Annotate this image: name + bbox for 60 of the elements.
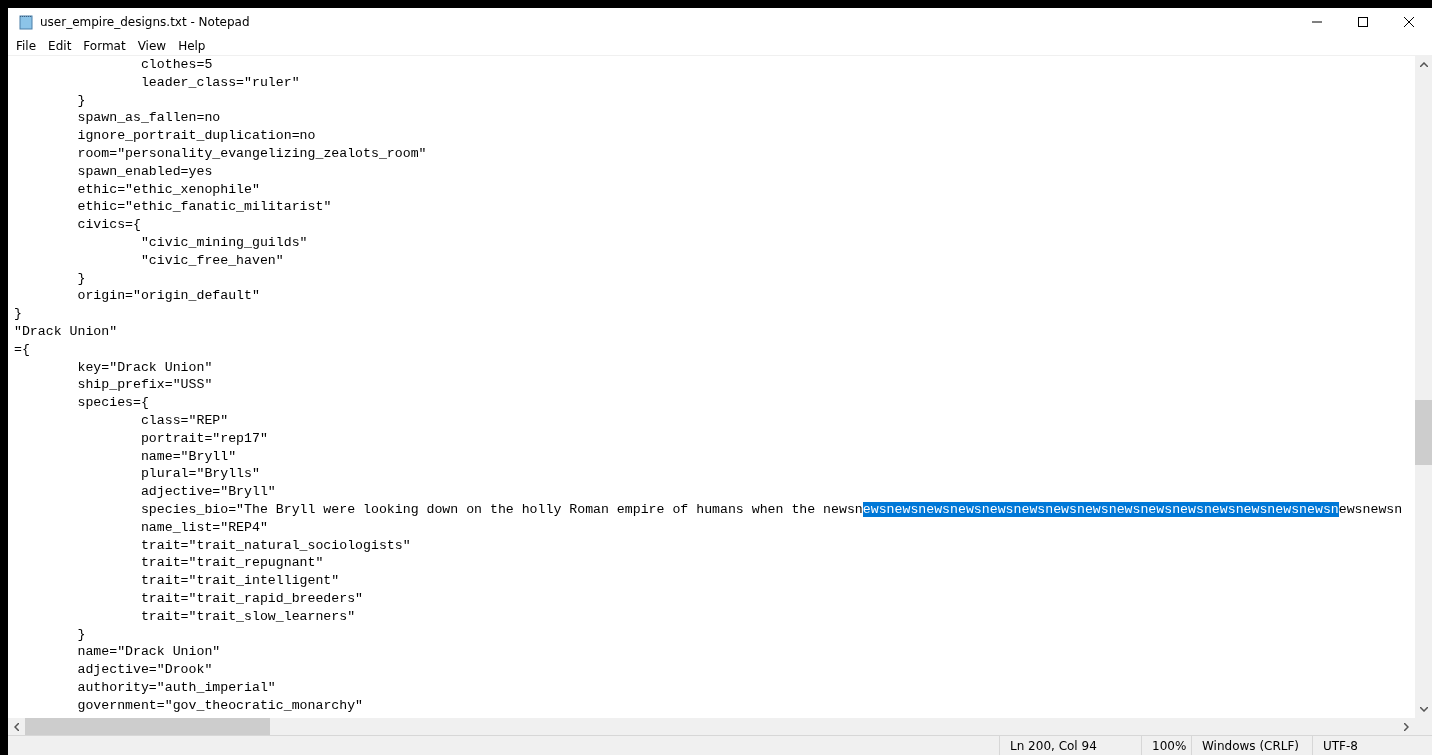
code-line: }: [76, 626, 86, 642]
code-line: name_list="REP4": [139, 519, 268, 535]
status-text: UTF-8: [1312, 736, 1432, 755]
code-line: ewsnewsn: [1338, 501, 1403, 517]
code-line: trait="trait_slow_learners": [139, 608, 356, 624]
code-line: authority="auth_imperial": [76, 679, 276, 695]
code-line: key="Drack Union": [76, 359, 213, 375]
code-line: "Drack Union": [14, 323, 118, 339]
scroll-thumb[interactable]: [1415, 400, 1432, 465]
scroll-up-icon[interactable]: [1419, 62, 1428, 67]
code-line: leader_class="ruler": [139, 74, 300, 90]
scroll-left-icon[interactable]: [14, 722, 19, 731]
code-line: species_bio="The Bryll were looking down on the holly Roman empire of humans when the newsn: [139, 501, 863, 517]
code-line: trait="trait_repugnant": [139, 555, 324, 571]
code-line: plural="Brylls": [139, 466, 260, 482]
menu-item[interactable]: Edit: [42, 38, 78, 53]
code-line: "civic_mining_guilds": [139, 234, 308, 250]
code-line: civics={: [76, 217, 141, 233]
code-line: spawn_enabled=yes: [76, 163, 213, 179]
code-line: }: [14, 306, 22, 322]
horizontal-scrollbar[interactable]: [8, 718, 1415, 735]
code-line: room="personality_evangelizing_zealots_room": [76, 146, 427, 161]
scroll-thumb[interactable]: [25, 718, 270, 735]
selected-text: ewsnewsnewsnewsnewsnewsnewsnewsnewsnewsnewsnewsnewsnewsnewsn: [862, 501, 1339, 517]
window-title: user_empire_designs.txt - Notepad: [40, 15, 250, 29]
code-line: ship_prefix="USS": [76, 377, 213, 393]
code-line: ethic="ethic_fanatic_militarist": [76, 199, 332, 215]
code-line: "civic_free_haven": [139, 252, 284, 268]
code-line: ={: [14, 341, 30, 357]
code-line: trait="trait_intelligent": [139, 573, 340, 589]
code-line: portrait="rep17": [139, 430, 268, 446]
code-line: spawn_as_fallen=no: [76, 110, 221, 126]
code-line: species={: [76, 395, 149, 411]
code-line: adjective="Bryll": [139, 484, 276, 500]
status-text: Ln 200, Col 94: [999, 736, 1141, 755]
scroll-down-icon[interactable]: [1419, 707, 1428, 712]
menu-item[interactable]: File: [10, 38, 43, 53]
close-icon: [1404, 17, 1414, 27]
code-line: ethic="ethic_xenophile": [76, 181, 260, 197]
vertical-scrollbar[interactable]: [1415, 56, 1432, 718]
code-line: clothes=5: [139, 57, 213, 72]
notepad-icon: [18, 14, 34, 30]
status-text: 100%: [1141, 736, 1191, 755]
code-line: trait="trait_rapid_breeders": [139, 590, 364, 606]
code-line: adjective="Drook": [76, 662, 213, 678]
code-line: government="gov_theocratic_monarchy": [76, 697, 364, 713]
code-line: trait="trait_natural_sociologists": [139, 537, 411, 553]
menu-item[interactable]: Format: [77, 38, 132, 53]
code-line: name="Drack Union": [76, 644, 221, 660]
code-line: ignore_portrait_duplication=no: [76, 128, 316, 144]
scroll-right-icon[interactable]: [1404, 722, 1409, 731]
maximize-icon: [1358, 17, 1368, 27]
menu-item[interactable]: Help: [172, 38, 212, 53]
menu-item[interactable]: View: [131, 38, 173, 53]
code-line: name="Bryll": [139, 448, 237, 464]
code-line: origin="origin_default": [76, 288, 260, 304]
code-line: }: [76, 270, 86, 286]
status-text: Windows (CRLF): [1191, 736, 1312, 755]
code-line: class="REP": [139, 412, 229, 428]
code-line: }: [76, 92, 86, 108]
